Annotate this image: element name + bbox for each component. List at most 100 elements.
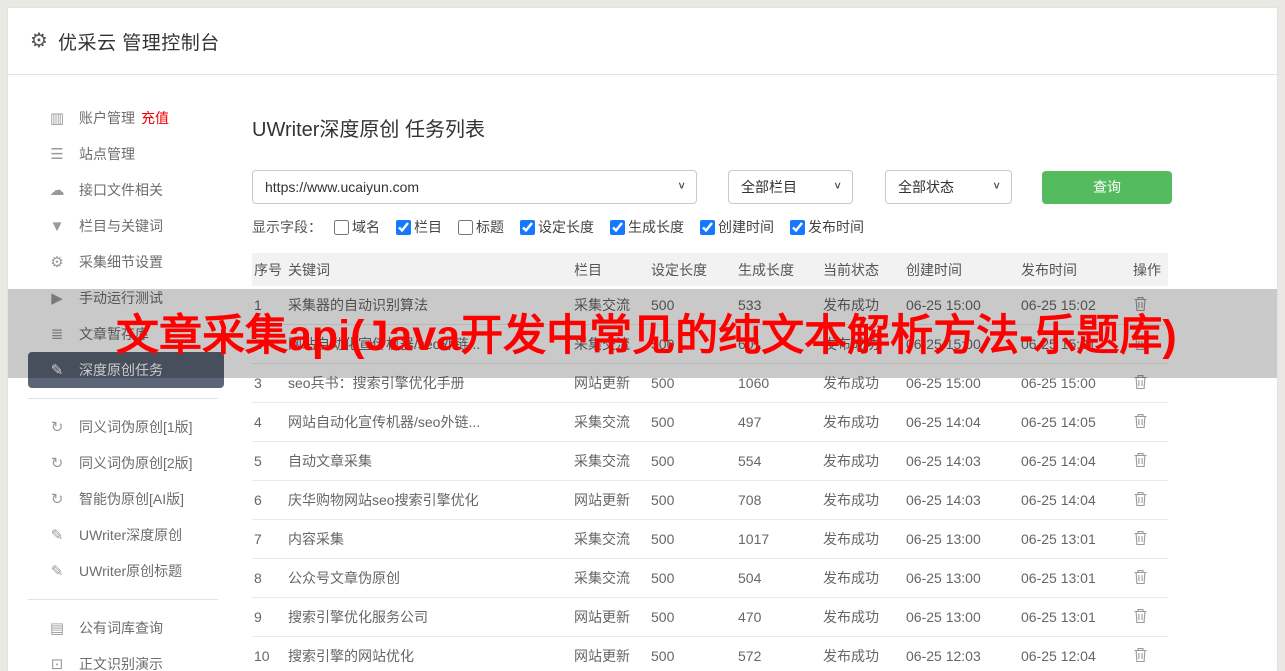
field-toggle-label: 发布时间 bbox=[808, 219, 864, 235]
sidebar-item-public-lexicon-query[interactable]: ▤ 公有词库查询 bbox=[28, 610, 224, 646]
field-toggle-checkbox[interactable] bbox=[458, 219, 473, 235]
delete-button[interactable] bbox=[1133, 647, 1148, 663]
column-header: 生成长度 bbox=[736, 253, 821, 286]
trash-icon bbox=[1133, 530, 1148, 549]
refresh-icon: ↻ bbox=[50, 455, 64, 472]
sidebar-item-site-management[interactable]: ☰ 站点管理 bbox=[28, 136, 224, 172]
trash-icon bbox=[1133, 413, 1148, 432]
cell-status: 发布成功 bbox=[821, 558, 904, 598]
cell-publish-time: 06-25 14:05 bbox=[1019, 402, 1131, 442]
field-toggle-5[interactable]: 创建时间 bbox=[700, 217, 774, 237]
status-select[interactable]: 全部状态 bbox=[885, 170, 1012, 204]
delete-button[interactable] bbox=[1133, 452, 1148, 468]
cell-actions bbox=[1131, 519, 1168, 559]
sidebar-item-uwriter-original-title[interactable]: ✎ UWriter原创标题 bbox=[28, 553, 224, 589]
table-row: 6 庆华购物网站seo搜索引擎优化 网站更新 500 708 发布成功 06-25 14:0… bbox=[252, 480, 1168, 520]
field-toggle-checkbox[interactable] bbox=[610, 219, 625, 235]
delete-button[interactable] bbox=[1133, 530, 1148, 546]
sidebar-item-ai-rewrite[interactable]: ↻ 智能伪原创[AI版] bbox=[28, 481, 224, 517]
table-row: 10 搜索引擎的网站优化 网站更新 500 572 发布成功 06-25 12:03 06-2… bbox=[252, 636, 1168, 671]
column-header: 序号 bbox=[252, 253, 286, 286]
cell-column: 网站更新 bbox=[572, 480, 649, 520]
field-toggles-row: 显示字段： 域名 栏目 标题 设定长度 生成长度 创建时间 发布时间 bbox=[252, 217, 1268, 237]
column-select-wrapper: 全部栏目 bbox=[728, 170, 853, 204]
cell-publish-time: 06-25 12:04 bbox=[1019, 636, 1131, 671]
sidebar-item-collection-settings[interactable]: ⚙ 采集细节设置 bbox=[28, 244, 224, 280]
field-toggle-checkbox[interactable] bbox=[396, 219, 411, 235]
sidebar-item-uwriter-deep-original[interactable]: ✎ UWriter深度原创 bbox=[28, 517, 224, 553]
query-button[interactable]: 查询 bbox=[1042, 170, 1172, 204]
column-header: 栏目 bbox=[572, 253, 649, 286]
cell-gen-length: 504 bbox=[736, 558, 821, 598]
sidebar-item-content-extraction-demo[interactable]: ⊡ 正文识别演示 bbox=[28, 646, 224, 671]
trash-icon bbox=[1133, 491, 1148, 510]
sidebar-item-label: 栏目与关键词 bbox=[79, 218, 163, 234]
cell-gen-length: 572 bbox=[736, 636, 821, 671]
edit-icon: ✎ bbox=[50, 563, 64, 580]
sidebar-item-label: 账户管理 bbox=[79, 110, 135, 126]
field-toggle-4[interactable]: 生成长度 bbox=[610, 217, 684, 237]
table-row: 7 内容采集 采集交流 500 1017 发布成功 06-25 13:00 06-25 13:… bbox=[252, 519, 1168, 559]
cell-keyword: 庆华购物网站seo搜索引擎优化 bbox=[286, 480, 572, 520]
cell-create-time: 06-25 14:04 bbox=[904, 402, 1019, 442]
cell-publish-time: 06-25 13:01 bbox=[1019, 558, 1131, 598]
sidebar-item-label: 采集细节设置 bbox=[79, 254, 163, 270]
sidebar-item-columns-keywords[interactable]: ▼ 栏目与关键词 bbox=[28, 208, 224, 244]
cell-index: 10 bbox=[252, 636, 286, 671]
cell-status: 发布成功 bbox=[821, 597, 904, 637]
sidebar: ▥ 账户管理 充值 ☰ 站点管理 ☁ 接口文件相关 ▼ 栏目与关键词 ⚙ 采集细节设置 ▶ 手动运行测试… bbox=[8, 100, 238, 671]
trash-icon bbox=[1133, 608, 1148, 627]
cell-gen-length: 497 bbox=[736, 402, 821, 442]
trash-icon bbox=[1133, 452, 1148, 471]
delete-button[interactable] bbox=[1133, 491, 1148, 507]
field-toggle-6[interactable]: 发布时间 bbox=[790, 217, 864, 237]
sidebar-item-label: UWriter深度原创 bbox=[79, 527, 183, 543]
cell-actions bbox=[1131, 480, 1168, 520]
cell-status: 发布成功 bbox=[821, 519, 904, 559]
trash-icon bbox=[1133, 647, 1148, 666]
cell-keyword: 网站自动化宣传机器/seo外链... bbox=[286, 402, 572, 442]
sidebar-item-interface-files[interactable]: ☁ 接口文件相关 bbox=[28, 172, 224, 208]
field-toggle-0[interactable]: 域名 bbox=[334, 217, 380, 237]
recharge-badge[interactable]: 充值 bbox=[141, 108, 169, 128]
sidebar-item-label: 智能伪原创[AI版] bbox=[79, 491, 185, 507]
cell-column: 采集交流 bbox=[572, 558, 649, 598]
delete-button[interactable] bbox=[1133, 413, 1148, 429]
cell-status: 发布成功 bbox=[821, 636, 904, 671]
site-select[interactable]: https://www.ucaiyun.com bbox=[252, 170, 697, 204]
cell-column: 网站更新 bbox=[572, 597, 649, 637]
field-toggle-checkbox[interactable] bbox=[790, 219, 805, 235]
field-toggle-checkbox[interactable] bbox=[520, 219, 535, 235]
sidebar-item-label: 站点管理 bbox=[79, 146, 135, 162]
field-toggle-1[interactable]: 栏目 bbox=[396, 217, 442, 237]
cell-keyword: 公众号文章伪原创 bbox=[286, 558, 572, 598]
cell-column: 网站更新 bbox=[572, 636, 649, 671]
sidebar-item-label: UWriter原创标题 bbox=[79, 563, 183, 579]
cell-keyword: 搜索引擎优化服务公司 bbox=[286, 597, 572, 637]
cell-keyword: 内容采集 bbox=[286, 519, 572, 559]
field-toggle-checkbox[interactable] bbox=[700, 219, 715, 235]
cell-create-time: 06-25 13:00 bbox=[904, 597, 1019, 637]
sidebar-item-account-management[interactable]: ▥ 账户管理 充值 bbox=[28, 100, 224, 136]
app-title: 优采云 管理控制台 bbox=[57, 32, 220, 54]
delete-button[interactable] bbox=[1133, 569, 1148, 585]
delete-button[interactable] bbox=[1133, 608, 1148, 624]
field-toggle-3[interactable]: 设定长度 bbox=[520, 217, 594, 237]
cell-set-length: 500 bbox=[649, 441, 736, 481]
field-toggle-checkbox[interactable] bbox=[334, 219, 349, 235]
cell-create-time: 06-25 14:03 bbox=[904, 480, 1019, 520]
cell-status: 发布成功 bbox=[821, 480, 904, 520]
field-toggle-2[interactable]: 标题 bbox=[458, 217, 504, 237]
trash-icon bbox=[1133, 374, 1148, 393]
column-select[interactable]: 全部栏目 bbox=[728, 170, 853, 204]
filter-controls: https://www.ucaiyun.com 全部栏目 全部状态 查询 bbox=[252, 170, 1268, 204]
cell-create-time: 06-25 13:00 bbox=[904, 519, 1019, 559]
sidebar-item-label: 公有词库查询 bbox=[79, 620, 163, 636]
sidebar-item-synonym-rewrite-v1[interactable]: ↻ 同义词伪原创[1版] bbox=[28, 409, 224, 445]
cell-create-time: 06-25 13:00 bbox=[904, 558, 1019, 598]
watermark-overlay: 文章采集api(Java开发中常见的纯文本解析方法-乐题库) bbox=[8, 289, 1277, 378]
fields-label: 显示字段： bbox=[252, 219, 322, 235]
cell-index: 7 bbox=[252, 519, 286, 559]
cell-column: 采集交流 bbox=[572, 519, 649, 559]
sidebar-item-synonym-rewrite-v2[interactable]: ↻ 同义词伪原创[2版] bbox=[28, 445, 224, 481]
